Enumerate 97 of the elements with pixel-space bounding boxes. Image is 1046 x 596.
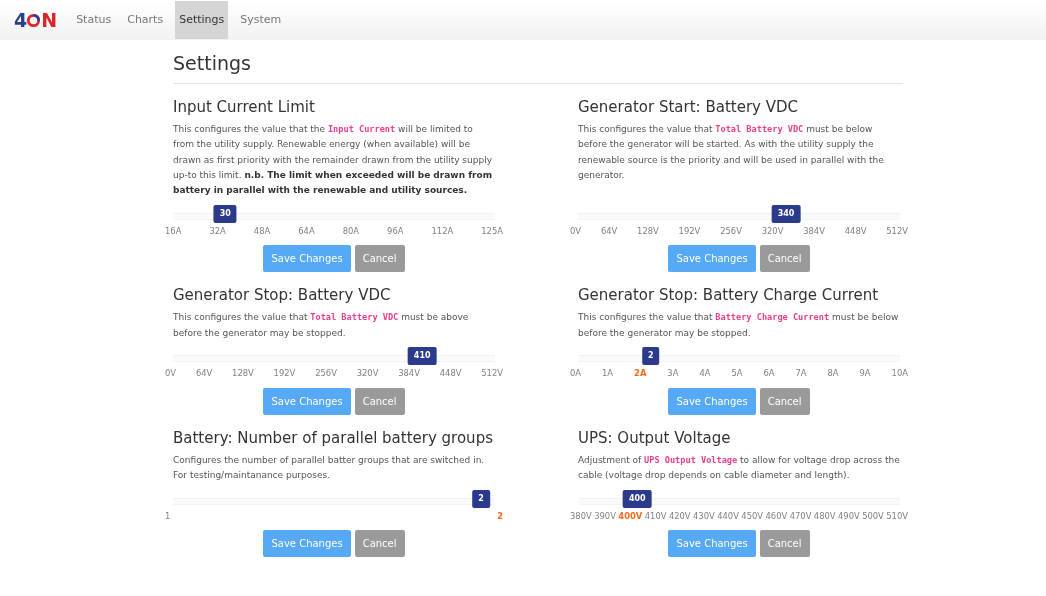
tick-label: 490V xyxy=(837,509,860,523)
tick-label: 480V xyxy=(813,509,836,523)
tick-label: 450V xyxy=(741,509,764,523)
tick-label: 0V xyxy=(570,224,582,238)
slider-handle[interactable]: 2 xyxy=(472,489,490,508)
setting-description: This configures the value that Total Battery VDC must be below before the generator will be started. As with the utility supply the renewable source is the priority and will be used in parallel with the generator. xyxy=(578,122,885,182)
tick-label: 16A xyxy=(165,224,182,238)
logo-text: 4 xyxy=(14,7,27,33)
tick-label: 380V xyxy=(570,509,592,523)
tick-label: 448V xyxy=(439,367,462,380)
nav-link[interactable]: Charts xyxy=(123,0,168,40)
tick-label: 6A xyxy=(763,367,775,380)
slider-track[interactable]: 30 xyxy=(173,204,495,223)
setting-description: This configures the value that Battery Charge Current must be below before the generator may be stopped. xyxy=(578,311,900,340)
tick-label: 3A xyxy=(667,367,679,380)
tick-label: 80A xyxy=(342,224,360,238)
cancel-button[interactable]: Cancel xyxy=(759,530,810,558)
tick-label: 9A xyxy=(859,367,871,380)
save-button[interactable]: Save Changes xyxy=(263,387,351,415)
tick-label: 512V xyxy=(481,367,503,380)
tick-label: 460V xyxy=(765,509,788,523)
tick-label: 410V xyxy=(644,509,667,523)
save-button[interactable]: Save Changes xyxy=(668,387,756,415)
tick-label: 64V xyxy=(600,224,618,238)
tick-label: 470V xyxy=(789,509,812,523)
tick-label: 192V xyxy=(678,224,701,238)
tick-label: 390V xyxy=(594,509,616,523)
tick-label: 256V xyxy=(315,367,337,380)
tick-label: 7A xyxy=(795,367,807,380)
cancel-button[interactable]: Cancel xyxy=(759,245,810,273)
tick-label: 2A xyxy=(634,367,647,380)
slider-track[interactable]: 400 xyxy=(578,489,900,508)
slider-handle[interactable]: 410 xyxy=(407,347,437,366)
setting-title: Battery: Number of parallel battery groups xyxy=(173,428,494,447)
tick-label: 430V xyxy=(693,509,715,523)
tick-label: 128V xyxy=(232,367,254,380)
tick-label: 420V xyxy=(668,509,691,523)
slider-handle[interactable]: 30 xyxy=(213,204,237,223)
tick-label: 64A xyxy=(298,224,315,238)
save-button[interactable]: Save Changes xyxy=(263,245,351,273)
slider-track[interactable]: 2 xyxy=(173,489,495,508)
nav-link[interactable]: Settings xyxy=(175,0,229,40)
setting-description: This configures the value that Total Battery VDC must be above before the generator may be stopped. xyxy=(173,311,470,340)
tick-label: 256V xyxy=(720,224,742,238)
tick-label: 510V xyxy=(886,509,908,523)
cancel-button[interactable]: Cancel xyxy=(354,530,405,558)
nav-link[interactable]: Status xyxy=(72,0,116,40)
tick-label: 5A xyxy=(731,367,743,380)
tick-label: 1 xyxy=(165,509,171,523)
cancel-button[interactable]: Cancel xyxy=(759,387,810,415)
tick-label: 4A xyxy=(699,367,711,380)
setting-title: Generator Stop: Battery Charge Current xyxy=(578,286,880,305)
setting-description: This configures the value that the Input Current will be limited to from the utility supply. Renewable energy (when available) will be drawn as first priority with the remainder drawn from the utility supply up-to this limit. n.b. The limit when exceeded will be drawn from battery in parallel with the renewable and utility sources. xyxy=(173,122,494,198)
tick-label: 64V xyxy=(195,367,213,380)
save-button[interactable]: Save Changes xyxy=(263,530,351,558)
tick-label: 10A xyxy=(891,367,908,380)
tick-label: 320V xyxy=(356,367,379,380)
slider-handle[interactable]: 340 xyxy=(771,204,801,223)
cancel-button[interactable]: Cancel xyxy=(354,245,405,273)
tick-label: 96A xyxy=(387,224,404,238)
tick-label: 8A xyxy=(827,367,839,380)
setting-description: Adjustment of UPS Output Voltage to allow for voltage drop across the cable (voltage drop depends on cable diameter and length). xyxy=(578,453,900,483)
setting-title: Input Current Limit xyxy=(173,97,316,116)
setting-description: Configures the number of parallel batter groups that are switched in. For testing/maintanance purposes. xyxy=(173,453,486,483)
tick-label: 112A xyxy=(431,224,454,238)
save-button[interactable]: Save Changes xyxy=(668,245,756,273)
tick-label: 192V xyxy=(273,367,296,380)
tick-label: 400V xyxy=(618,509,643,523)
tick-label: 448V xyxy=(844,224,867,238)
nav-link[interactable]: System xyxy=(236,0,286,40)
tick-label: 48A xyxy=(253,224,271,238)
tick-label: 0V xyxy=(165,367,177,380)
tick-label: 384V xyxy=(803,224,825,238)
page-title: Settings xyxy=(173,52,252,75)
slider-handle[interactable]: 2 xyxy=(642,347,660,366)
cancel-button[interactable]: Cancel xyxy=(354,387,405,415)
tick-label: 128V xyxy=(637,224,659,238)
setting-title: UPS: Output Voltage xyxy=(578,428,732,447)
setting-title: Generator Stop: Battery VDC xyxy=(173,286,392,305)
tick-label: 384V xyxy=(398,367,420,380)
tick-label: 0A xyxy=(570,367,582,380)
slider-track[interactable]: 2 xyxy=(578,347,900,366)
tick-label: 320V xyxy=(761,224,784,238)
tick-label: 500V xyxy=(862,509,884,523)
tick-label: 512V xyxy=(886,224,908,238)
save-button[interactable]: Save Changes xyxy=(668,530,756,558)
logo-text: N xyxy=(41,7,57,33)
logo-ring-icon xyxy=(26,12,42,28)
tick-label: 440V xyxy=(717,509,739,523)
slider-track[interactable]: 340 xyxy=(578,204,900,223)
tick-label: 2 xyxy=(497,509,503,523)
setting-title: Generator Start: Battery VDC xyxy=(578,97,799,116)
slider-handle[interactable]: 400 xyxy=(622,489,652,508)
tick-label: 125A xyxy=(481,224,503,238)
slider-track[interactable]: 410 xyxy=(173,347,495,366)
tick-label: 32A xyxy=(209,224,226,238)
tick-label: 1A xyxy=(602,367,614,380)
